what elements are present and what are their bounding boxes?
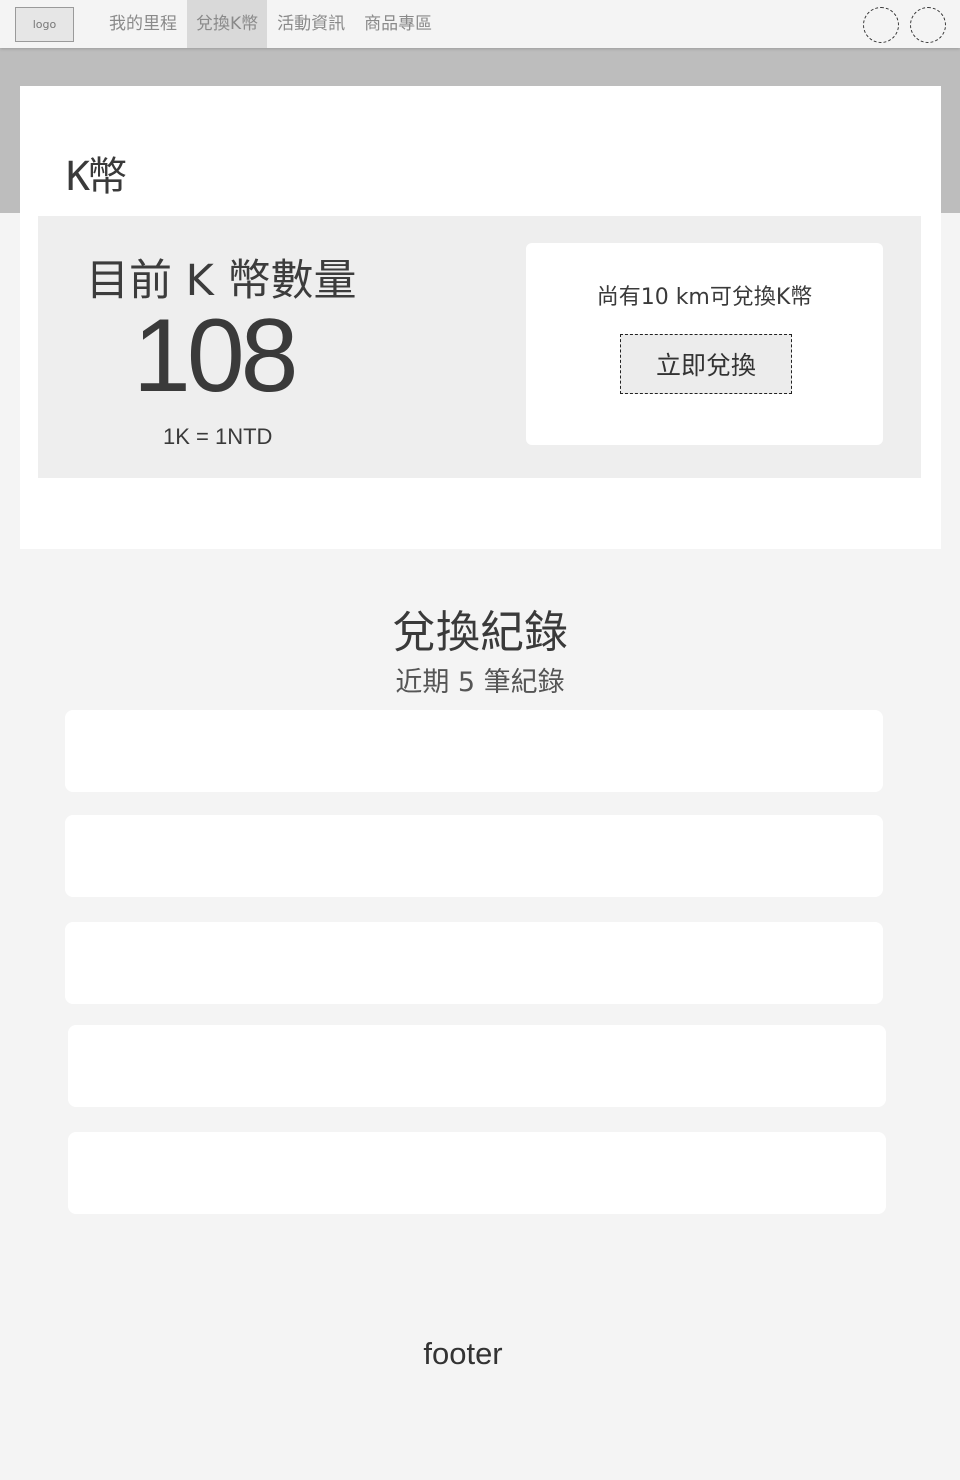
user-circle-button[interactable] bbox=[863, 7, 899, 43]
coin-summary-panel: 目前 K 幣數量 108 1K = 1NTD 尚有10 km可兌換K幣 立即兌換 bbox=[38, 216, 921, 478]
exchange-now-button[interactable]: 立即兌換 bbox=[620, 334, 792, 394]
footer: footer bbox=[423, 1336, 503, 1371]
top-navbar: logo 我的里程 兌換K幣 活動資訊 商品專區 bbox=[0, 0, 960, 48]
menu-circle-button[interactable] bbox=[910, 7, 946, 43]
nav-item-events[interactable]: 活動資訊 bbox=[268, 0, 354, 48]
exchange-rate-text: 1K = 1NTD bbox=[163, 424, 273, 449]
nav-item-label: 活動資訊 bbox=[277, 13, 346, 34]
kcoin-card: K幣 目前 K 幣數量 108 1K = 1NTD 尚有10 km可兌換K幣 立… bbox=[20, 86, 941, 549]
page: logo 我的里程 兌換K幣 活動資訊 商品專區 K幣 目前 K 幣數量 108… bbox=[0, 0, 960, 1480]
nav-item-products[interactable]: 商品專區 bbox=[355, 0, 441, 48]
record-row[interactable] bbox=[68, 1025, 886, 1107]
nav-item-label: 我的里程 bbox=[109, 13, 177, 34]
exchange-box: 尚有10 km可兌換K幣 立即兌換 bbox=[526, 243, 883, 445]
page-title: K幣 bbox=[66, 154, 127, 200]
nav-item-label: 兌換K幣 bbox=[196, 13, 259, 34]
records-subtitle: 近期 5 筆紀錄 bbox=[395, 667, 565, 698]
record-row[interactable] bbox=[65, 922, 883, 1004]
exchangeable-distance-text: 尚有10 km可兌換K幣 bbox=[596, 285, 813, 310]
records-title: 兌換紀錄 bbox=[392, 607, 568, 658]
logo[interactable]: logo bbox=[15, 7, 74, 42]
record-row[interactable] bbox=[65, 815, 883, 897]
nav-item-my-mileage[interactable]: 我的里程 bbox=[100, 0, 186, 48]
coin-balance-value: 108 bbox=[133, 298, 299, 414]
nav-links: 我的里程 兌換K幣 活動資訊 商品專區 bbox=[100, 0, 442, 48]
nav-item-exchange-kcoin[interactable]: 兌換K幣 bbox=[187, 0, 268, 48]
nav-item-label: 商品專區 bbox=[364, 13, 433, 34]
record-row[interactable] bbox=[68, 1132, 886, 1214]
record-row[interactable] bbox=[65, 710, 883, 792]
